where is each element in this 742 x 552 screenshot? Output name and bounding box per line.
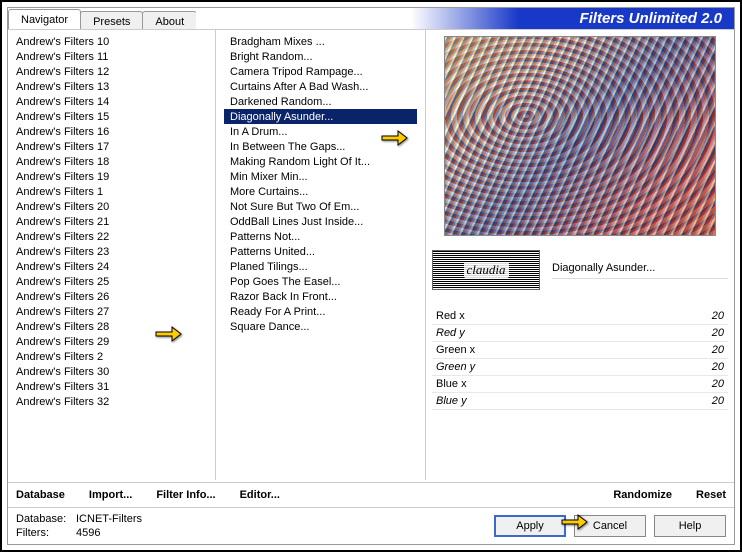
- category-item[interactable]: Andrew's Filters 29: [10, 334, 213, 349]
- filter-item[interactable]: Pop Goes The Easel...: [224, 274, 417, 289]
- filter-item[interactable]: Bright Random...: [224, 49, 417, 64]
- category-item[interactable]: Andrew's Filters 21: [10, 214, 213, 229]
- category-item[interactable]: Andrew's Filters 32: [10, 394, 213, 409]
- import-button[interactable]: Import...: [89, 489, 132, 501]
- category-item[interactable]: Andrew's Filters 11: [10, 49, 213, 64]
- parameter-list: Red x20Red y20Green x20Green y20Blue x20…: [432, 308, 728, 410]
- filter-item[interactable]: Ready For A Print...: [224, 304, 417, 319]
- category-item[interactable]: Andrew's Filters 23: [10, 244, 213, 259]
- category-item[interactable]: Andrew's Filters 24: [10, 259, 213, 274]
- filter-item[interactable]: In A Drum...: [224, 124, 417, 139]
- category-item[interactable]: Andrew's Filters 1: [10, 184, 213, 199]
- category-item[interactable]: Andrew's Filters 13: [10, 79, 213, 94]
- filter-item[interactable]: Planed Tilings...: [224, 259, 417, 274]
- tab-presets[interactable]: Presets: [80, 11, 143, 29]
- preview-image: [444, 36, 716, 236]
- filter-item[interactable]: Diagonally Asunder...: [224, 109, 417, 124]
- category-item[interactable]: Andrew's Filters 25: [10, 274, 213, 289]
- filter-item[interactable]: Darkened Random...: [224, 94, 417, 109]
- filter-item[interactable]: In Between The Gaps...: [224, 139, 417, 154]
- filter-list[interactable]: Bradgham Mixes ...Bright Random...Camera…: [216, 30, 426, 480]
- filter-item[interactable]: Not Sure But Two Of Em...: [224, 199, 417, 214]
- category-item[interactable]: Andrew's Filters 20: [10, 199, 213, 214]
- filter-item[interactable]: Patterns Not...: [224, 229, 417, 244]
- reset-button[interactable]: Reset: [696, 489, 726, 501]
- editor-button[interactable]: Editor...: [240, 489, 280, 501]
- apply-button[interactable]: Apply: [494, 515, 566, 537]
- category-item[interactable]: Andrew's Filters 19: [10, 169, 213, 184]
- category-item[interactable]: Andrew's Filters 26: [10, 289, 213, 304]
- filter-item[interactable]: Making Random Light Of It...: [224, 154, 417, 169]
- category-item[interactable]: Andrew's Filters 31: [10, 379, 213, 394]
- category-item[interactable]: Andrew's Filters 12: [10, 64, 213, 79]
- param-row[interactable]: Green y20: [432, 359, 728, 376]
- tab-navigator[interactable]: Navigator: [8, 9, 81, 29]
- cancel-button[interactable]: Cancel: [574, 515, 646, 537]
- param-row[interactable]: Green x20: [432, 342, 728, 359]
- tabs: NavigatorPresetsAbout: [8, 8, 196, 29]
- filter-item[interactable]: Patterns United...: [224, 244, 417, 259]
- filter-item[interactable]: Square Dance...: [224, 319, 417, 334]
- category-item[interactable]: Andrew's Filters 14: [10, 94, 213, 109]
- filter-item[interactable]: OddBall Lines Just Inside...: [224, 214, 417, 229]
- toolbar: Database Import... Filter Info... Editor…: [8, 482, 734, 508]
- category-item[interactable]: Andrew's Filters 18: [10, 154, 213, 169]
- category-item[interactable]: Andrew's Filters 16: [10, 124, 213, 139]
- category-item[interactable]: Andrew's Filters 30: [10, 364, 213, 379]
- filter-item[interactable]: Camera Tripod Rampage...: [224, 64, 417, 79]
- param-row[interactable]: Red y20: [432, 325, 728, 342]
- param-row[interactable]: Blue x20: [432, 376, 728, 393]
- filter-item[interactable]: Min Mixer Min...: [224, 169, 417, 184]
- footer-info: Database:ICNET-Filters Filters:4596: [16, 512, 142, 540]
- current-filter-name: Diagonally Asunder...: [552, 262, 728, 279]
- param-row[interactable]: Red x20: [432, 308, 728, 325]
- filter-item[interactable]: Curtains After A Bad Wash...: [224, 79, 417, 94]
- watermark-logo: claudia: [432, 250, 540, 290]
- help-button[interactable]: Help: [654, 515, 726, 537]
- app-title: Filters Unlimited 2.0: [196, 8, 734, 29]
- category-item[interactable]: Andrew's Filters 2: [10, 349, 213, 364]
- param-row[interactable]: Blue y20: [432, 393, 728, 410]
- category-list[interactable]: Andrew's Filters 10Andrew's Filters 11An…: [8, 30, 216, 480]
- filter-item[interactable]: Bradgham Mixes ...: [224, 34, 417, 49]
- tab-about[interactable]: About: [142, 11, 197, 29]
- category-item[interactable]: Andrew's Filters 15: [10, 109, 213, 124]
- filter-item[interactable]: More Curtains...: [224, 184, 417, 199]
- category-item[interactable]: Andrew's Filters 22: [10, 229, 213, 244]
- category-item[interactable]: Andrew's Filters 17: [10, 139, 213, 154]
- category-item[interactable]: Andrew's Filters 28: [10, 319, 213, 334]
- filter-item[interactable]: Razor Back In Front...: [224, 289, 417, 304]
- category-item[interactable]: Andrew's Filters 27: [10, 304, 213, 319]
- category-item[interactable]: Andrew's Filters 10: [10, 34, 213, 49]
- database-button[interactable]: Database: [16, 489, 65, 501]
- filter-info-button[interactable]: Filter Info...: [156, 489, 215, 501]
- randomize-button[interactable]: Randomize: [613, 489, 672, 501]
